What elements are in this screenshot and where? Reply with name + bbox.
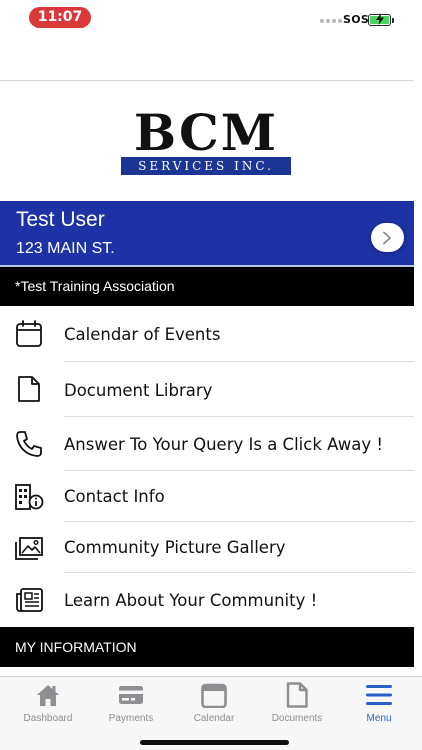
logo-mark: BCM (133, 103, 279, 162)
charging-bolt-icon (376, 13, 384, 25)
document-icon (18, 376, 40, 402)
tab-bar: Dashboard Payments Calendar Documents Me… (0, 676, 422, 750)
newspaper-icon (16, 588, 43, 612)
menu-item-label: Answer To Your Query Is a Click Away ! (64, 435, 383, 454)
tab-payments[interactable]: Payments (91, 681, 171, 727)
tab-label: Calendar (193, 713, 235, 724)
menu-item-label: Calendar of Events (64, 325, 221, 344)
menu-item-label: Contact Info (64, 487, 165, 506)
document-icon (286, 682, 308, 708)
chevron-right-icon (383, 231, 391, 245)
menu-item-label: Learn About Your Community ! (64, 591, 318, 610)
calendar-icon (16, 320, 42, 347)
menu-item-label: Document Library (64, 381, 213, 400)
app-screen: 11:07 SOS BCM SERVICES INC. Test User 12… (0, 0, 422, 750)
tab-calendar[interactable]: Calendar (174, 681, 254, 727)
phone-icon (16, 431, 42, 457)
tab-label: Documents (271, 713, 323, 724)
menu-item-learn-community[interactable]: Learn About Your Community ! (0, 573, 414, 627)
my-information-header: MY INFORMATION (0, 627, 414, 667)
user-banner[interactable]: Test User 123 MAIN ST. (0, 201, 414, 265)
tab-documents[interactable]: Documents (257, 681, 337, 727)
bcm-logo: BCM SERVICES INC. (121, 108, 291, 176)
content-bottom-spacer (0, 667, 414, 676)
carrier-label: SOS (343, 13, 370, 26)
battery-cap (392, 18, 394, 23)
header-divider (0, 80, 414, 81)
signal-icon (320, 19, 342, 23)
credit-card-icon (119, 686, 143, 704)
association-header: *Test Training Association (0, 267, 414, 306)
menu-item-picture-gallery[interactable]: Community Picture Gallery (0, 522, 414, 573)
menu-icon (366, 685, 392, 705)
user-address: 123 MAIN ST. (16, 240, 115, 257)
home-indicator[interactable] (140, 740, 289, 745)
status-bar: 11:07 SOS (0, 0, 422, 36)
tab-menu[interactable]: Menu (339, 681, 419, 727)
battery-icon (368, 13, 391, 26)
tab-dashboard[interactable]: Dashboard (8, 681, 88, 727)
status-time: 11:07 (29, 7, 91, 28)
tab-label: Dashboard (23, 713, 73, 724)
calendar-icon (201, 683, 227, 708)
tab-label: Payments (108, 713, 154, 724)
logo-subtitle: SERVICES INC. (121, 157, 291, 175)
menu-item-calendar-of-events[interactable]: Calendar of Events (0, 306, 414, 362)
tab-label: Menu (366, 713, 392, 724)
menu-item-contact-info[interactable]: Contact Info (0, 471, 414, 522)
gallery-icon (15, 537, 43, 560)
menu-item-document-library[interactable]: Document Library (0, 362, 414, 417)
profile-arrow-button[interactable] (371, 223, 404, 252)
home-icon (37, 685, 59, 706)
building-info-icon (15, 484, 44, 510)
menu-item-label: Community Picture Gallery (64, 538, 286, 557)
menu-item-answer-query[interactable]: Answer To Your Query Is a Click Away ! (0, 417, 414, 471)
user-name: Test User (16, 208, 105, 231)
